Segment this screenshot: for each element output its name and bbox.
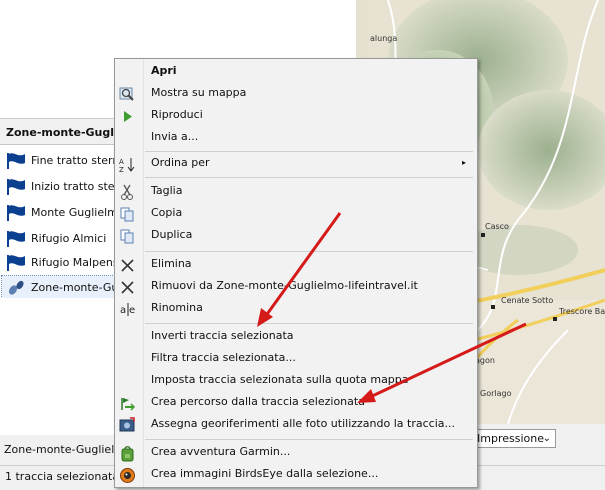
backpack-icon [119,445,136,462]
submenu-arrow-icon: ▸ [461,158,466,167]
menu-separator [145,151,473,152]
menu-item-label: Crea percorso dalla traccia selezionata [151,395,365,408]
svg-text:e: e [129,305,135,316]
menu-item-label: Rinomina [151,301,203,314]
menu-item-label: Filtra traccia selezionata... [151,351,296,364]
menu-item-rimuovi[interactable]: Rimuovi da Zone-monte-Guglielmo-lifeintr… [115,276,475,298]
waypoint-flag-icon [5,152,27,170]
photo-geotag-icon [119,417,136,434]
menu-item-mostra-su-mappa[interactable]: Mostra su mappa [115,83,475,105]
menu-separator [145,323,473,324]
map-place-label: alunga [370,34,398,43]
selected-track-title: Zone-monte-Guglielmo [4,443,132,456]
tree-item-track[interactable]: Zone-monte-Guglielmo-lifeintravel.it [1,275,119,301]
svg-text:a: a [120,305,126,316]
status-text: 1 traccia selezionata [5,470,120,483]
map-place-label: Trescore Balneario [559,307,605,316]
map-place-marker [491,305,495,309]
svg-text:A: A [119,158,124,166]
map-profile-value: Impressione [477,432,544,445]
tree-item-waypoint[interactable]: Rifugio Almici [2,227,118,251]
menu-item-taglia[interactable]: Taglia [115,181,475,203]
tree-item-waypoint[interactable]: Rifugio Malpensata [2,251,118,275]
track-tree: Fine tratto sterrato Inizio tratto sterr… [0,144,119,301]
menu-item-crea-avventura[interactable]: Crea avventura Garmin... [115,442,475,464]
menu-item-label: Rimuovi da Zone-monte-Guglielmo-lifeintr… [151,279,418,292]
tree-header: Zone-monte-Guglielmo [0,124,124,142]
menu-item-label: Copia [151,206,183,219]
magnifier-map-icon [119,86,136,103]
tree-item-label: Monte Guglielmo [31,206,118,219]
menu-item-imposta-quota[interactable]: Imposta traccia selezionata sulla quota … [115,370,475,392]
play-icon [119,108,136,125]
menu-item-crea-birdseye[interactable]: Crea immagini BirdsEye dalla selezione..… [115,464,475,486]
context-menu: Apri Mostra su mappa Riproduci Invia a..… [114,58,478,488]
tree-item-label: Zone-monte-Guglielmo-lifeintravel.it [31,281,118,294]
menu-item-label: Crea avventura Garmin... [151,445,291,458]
menu-item-label: Assegna georiferimenti alle foto utilizz… [151,417,455,430]
menu-item-riproduci[interactable]: Riproduci [115,105,475,127]
copy-icon [119,206,136,223]
menu-item-copia[interactable]: Copia [115,203,475,225]
menu-separator [145,251,473,252]
menu-item-duplica[interactable]: Duplica [115,225,475,247]
menu-item-label: Imposta traccia selezionata sulla quota … [151,373,409,386]
waypoint-flag-icon [5,178,27,196]
map-place-marker [553,317,557,321]
waypoint-flag-icon [5,230,27,248]
map-profile-select[interactable]: Impressione ⌄ [470,429,556,448]
tree-item-label: Rifugio Malpensata [31,256,118,269]
menu-item-label: Duplica [151,228,193,241]
menu-item-label: Invia a... [151,130,199,143]
sort-az-icon: AZ [119,156,136,174]
svg-text:Z: Z [119,166,124,173]
menu-item-elimina[interactable]: Elimina [115,254,475,276]
delete-x-icon [119,257,136,274]
menu-item-crea-percorso[interactable]: Crea percorso dalla traccia selezionata [115,392,475,414]
tree-item-label: Fine tratto sterrato [31,154,118,167]
tree-item-waypoint[interactable]: Fine tratto sterrato [2,149,118,173]
birdseye-icon [119,467,136,484]
waypoint-flag-icon [5,204,27,222]
map-place-marker [481,233,485,237]
tree-item-label: Inizio tratto sterrato [31,180,118,193]
map-place-label: Cenate Sotto [501,296,554,305]
map-place-label: Casco [485,222,509,231]
map-place-label: Gorlago [480,389,512,398]
menu-item-invia-a[interactable]: Invia a... [115,127,475,149]
menu-item-label: Elimina [151,257,192,270]
menu-item-ordina-per[interactable]: AZ Ordina per ▸ [115,153,475,175]
menu-item-label: Crea immagini BirdsEye dalla selezione..… [151,467,379,480]
tree-item-waypoint[interactable]: Inizio tratto sterrato [2,175,118,199]
rename-icon: ae [119,301,136,318]
scissors-icon [119,184,136,201]
menu-item-inverti-traccia[interactable]: Inverti traccia selezionata [115,326,475,348]
track-footprints-icon [5,279,27,297]
menu-item-label: Mostra su mappa [151,86,247,99]
menu-item-apri[interactable]: Apri [115,61,475,83]
tree-item-label: Rifugio Almici [31,232,107,245]
menu-item-label: Apri [151,64,177,77]
menu-item-label: Inverti traccia selezionata [151,329,294,342]
tree-item-waypoint[interactable]: Monte Guglielmo [2,201,118,225]
chevron-down-icon: ⌄ [542,433,551,444]
menu-item-label: Riproduci [151,108,203,121]
menu-item-rinomina[interactable]: ae Rinomina [115,298,475,320]
lower-blank-pane [0,298,118,435]
menu-item-filtra-traccia[interactable]: Filtra traccia selezionata... [115,348,475,370]
menu-item-assegna-georiferimenti[interactable]: Assegna georiferimenti alle foto utilizz… [115,414,475,436]
menu-separator [145,177,473,178]
menu-separator [145,439,473,440]
menu-item-label: Taglia [151,184,183,197]
waypoint-flag-icon [5,254,27,272]
duplicate-icon [119,228,136,245]
route-flags-icon [119,395,136,412]
menu-item-label: Ordina per [151,156,210,169]
remove-x-icon [119,279,136,296]
